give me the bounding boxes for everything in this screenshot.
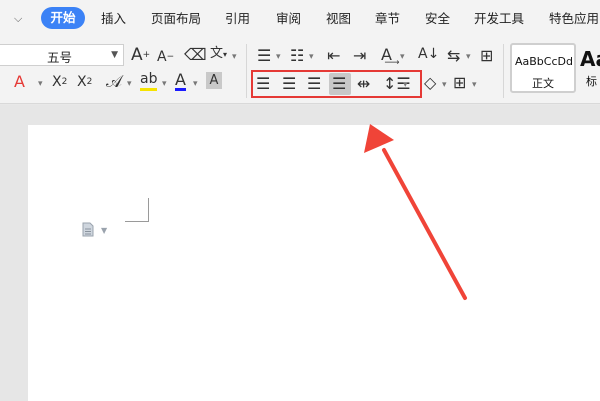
numbered-list-icon[interactable]: ☷ [290, 46, 304, 66]
chevron-down-icon[interactable]: ▾ [193, 79, 198, 89]
tab-home[interactable]: 开始 [41, 7, 85, 29]
line-spacing-options-icon[interactable]: ⇆ [447, 46, 460, 66]
tab-view[interactable]: 视图 [326, 10, 351, 28]
tab-developer-tools[interactable]: 开发工具 [474, 10, 524, 28]
font-color-icon[interactable]: A [175, 71, 186, 91]
increase-indent-icon[interactable]: ⇥ [353, 46, 366, 66]
tab-security[interactable]: 安全 [425, 10, 450, 28]
chevron-down-icon[interactable]: ▾ [400, 52, 405, 62]
chevron-down-icon[interactable]: ▾ [127, 79, 132, 89]
shading-icon[interactable]: ◇ [424, 73, 436, 93]
divider [246, 44, 247, 98]
shrink-font-icon[interactable]: A− [157, 47, 174, 67]
chevron-down-icon[interactable]: ▾ [38, 79, 43, 89]
chevron-down-icon[interactable]: ▾ [162, 79, 167, 89]
show-hide-marks-icon[interactable]: ⊞ [480, 46, 493, 66]
tab-special-apps[interactable]: 特色应用 [549, 10, 599, 28]
chevron-down-icon[interactable]: ▾ [232, 52, 237, 62]
tab-section[interactable]: 章节 [375, 10, 400, 28]
tab-review[interactable]: 审阅 [276, 10, 301, 28]
chevron-down-icon[interactable]: ▾ [466, 52, 471, 62]
chevron-down-icon[interactable]: ▾ [442, 80, 447, 90]
text-effect-icon[interactable]: 𝒜 [106, 72, 122, 92]
font-size-value: 五号 [47, 50, 73, 65]
chevron-down-icon[interactable]: ▾ [309, 52, 314, 62]
highlight-color-icon[interactable]: ab [140, 71, 158, 91]
alignment-highlight-box [251, 70, 422, 98]
chevron-down-icon[interactable]: ▾ [276, 52, 281, 62]
document-icon[interactable] [82, 222, 94, 237]
tab-home-label: 开始 [50, 10, 76, 25]
style-normal[interactable]: AaBbCcDd 正文 [510, 43, 576, 93]
style-heading-preview: Aa [580, 47, 600, 71]
font-size-select[interactable]: 五号 ▼ [0, 44, 124, 66]
border-icon[interactable]: ⊞ [453, 73, 466, 93]
decrease-indent-icon[interactable]: ⇤ [327, 46, 340, 66]
styles-gallery: AaBbCcDd 正文 Aa 标 [510, 43, 600, 93]
pinyin-guide-icon[interactable]: 文▾ [210, 44, 227, 65]
style-heading-label: 标 [586, 75, 597, 88]
chevron-down-icon[interactable]: ⌵ [14, 9, 22, 29]
tab-insert[interactable]: 插入 [101, 10, 126, 28]
grow-font-icon[interactable]: A+ [131, 45, 150, 65]
text-direction-icon[interactable]: A͢ [381, 45, 392, 65]
style-normal-preview: AaBbCcDd [515, 55, 573, 68]
clear-format-icon[interactable]: ⌫ [184, 45, 207, 65]
chevron-down-icon: ▼ [111, 50, 118, 60]
menu-bar: ⌵ 开始 插入 页面布局 引用 审阅 视图 章节 安全 开发工具 特色应用 [0, 0, 600, 38]
document-page[interactable] [28, 125, 600, 401]
margin-corner-mark [125, 198, 149, 222]
divider [503, 44, 504, 98]
tab-references[interactable]: 引用 [225, 10, 250, 28]
style-heading[interactable]: Aa 标 [580, 43, 600, 93]
chevron-down-icon[interactable]: ▾ [472, 80, 477, 90]
tab-page-layout[interactable]: 页面布局 [151, 10, 201, 28]
character-shading-icon[interactable]: A [206, 72, 222, 89]
sort-icon[interactable]: A↓ [418, 44, 439, 64]
bullet-list-icon[interactable]: ☰ [257, 46, 271, 66]
style-normal-label: 正文 [532, 77, 554, 90]
subscript-icon[interactable]: X2 [77, 72, 92, 92]
chevron-down-icon[interactable]: ▼ [101, 226, 107, 235]
strikethrough-color-icon[interactable]: A [14, 72, 25, 92]
superscript-icon[interactable]: X2 [52, 72, 67, 92]
